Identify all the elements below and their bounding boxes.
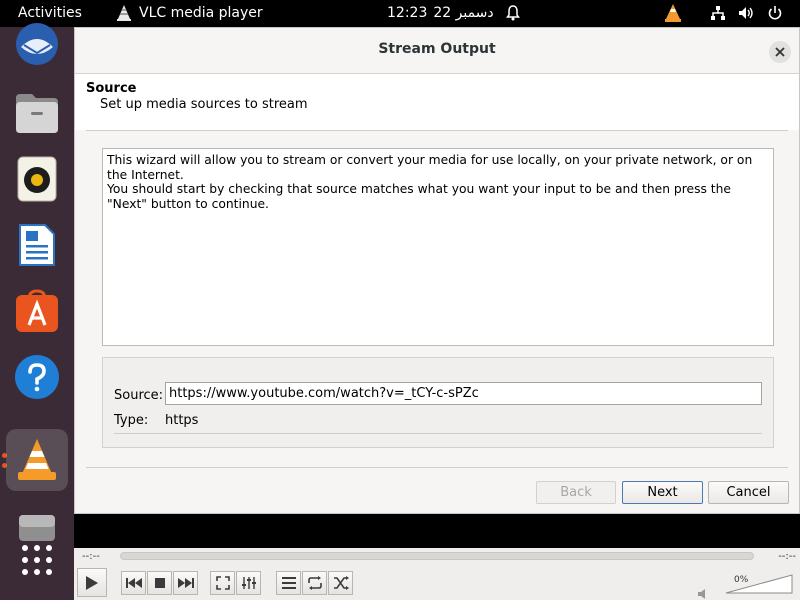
next-button[interactable]: Next xyxy=(622,481,703,504)
power-icon[interactable] xyxy=(767,0,783,27)
section-title: Source xyxy=(86,81,137,96)
wizard-info-text: This wizard will allow you to stream or … xyxy=(102,148,774,346)
help-icon[interactable] xyxy=(6,346,68,408)
cancel-button[interactable]: Cancel xyxy=(708,481,789,504)
vlc-icon[interactable] xyxy=(6,429,68,491)
back-button[interactable]: Back xyxy=(536,481,616,504)
play-icon[interactable] xyxy=(77,568,107,597)
info-paragraph: This wizard will allow you to stream or … xyxy=(107,153,757,182)
show-apps-icon[interactable] xyxy=(6,529,68,591)
top-bar: Activities VLC media player 12:23 22 دسمب… xyxy=(0,0,800,27)
volume-percent: 0% xyxy=(734,575,749,585)
loop-icon[interactable] xyxy=(302,571,327,595)
buttons-divider xyxy=(86,467,788,468)
vlc-tray-icon[interactable] xyxy=(665,0,681,27)
files-icon[interactable] xyxy=(6,82,68,144)
info-paragraph: You should start by checking that source… xyxy=(107,182,735,211)
close-icon[interactable] xyxy=(769,41,791,63)
vlc-cone-icon xyxy=(117,5,131,21)
network-icon[interactable] xyxy=(710,0,726,27)
video-area xyxy=(74,514,800,548)
stream-output-dialog: Stream Output Source Set up media source… xyxy=(74,27,800,514)
time-total: --:-- xyxy=(778,551,796,562)
player-controls: --:-- --:-- 0% xyxy=(74,548,800,600)
time-elapsed: --:-- xyxy=(82,551,100,562)
app-menu[interactable]: VLC media player xyxy=(117,0,263,27)
fullscreen-icon[interactable] xyxy=(210,571,235,595)
clock[interactable]: 12:23 22 دسمبر xyxy=(387,0,500,27)
source-divider xyxy=(114,433,762,434)
app-center-icon[interactable] xyxy=(6,280,68,342)
source-group: Source: Type: https xyxy=(102,357,774,448)
rhythmbox-icon[interactable] xyxy=(6,148,68,210)
clock-time: 12:23 xyxy=(387,5,428,21)
dialog-titlebar[interactable]: Stream Output xyxy=(75,28,799,74)
playlist-icon[interactable] xyxy=(276,571,301,595)
header-divider xyxy=(86,130,788,131)
dialog-title: Stream Output xyxy=(378,41,496,57)
app-name: VLC media player xyxy=(139,5,263,21)
type-value: https xyxy=(165,413,199,428)
type-label: Type: xyxy=(114,413,149,428)
extended-settings-icon[interactable] xyxy=(236,571,261,595)
shuffle-icon[interactable] xyxy=(328,571,353,595)
next-media-icon[interactable] xyxy=(173,571,198,595)
source-input[interactable] xyxy=(165,382,762,405)
seek-slider[interactable] xyxy=(120,552,754,560)
clock-date: 22 دسمبر xyxy=(433,5,494,21)
source-label: Source: xyxy=(114,388,164,403)
bell-icon[interactable] xyxy=(505,0,521,27)
dock xyxy=(0,23,74,600)
wizard-header: Source Set up media sources to stream xyxy=(75,74,799,130)
volume-icon[interactable] xyxy=(738,0,754,27)
thunderbird-icon[interactable] xyxy=(6,13,68,75)
speaker-icon[interactable] xyxy=(698,584,710,600)
previous-icon[interactable] xyxy=(121,571,146,595)
stop-icon[interactable] xyxy=(147,571,172,595)
libreoffice-writer-icon[interactable] xyxy=(6,214,68,276)
section-subtitle: Set up media sources to stream xyxy=(100,97,308,112)
